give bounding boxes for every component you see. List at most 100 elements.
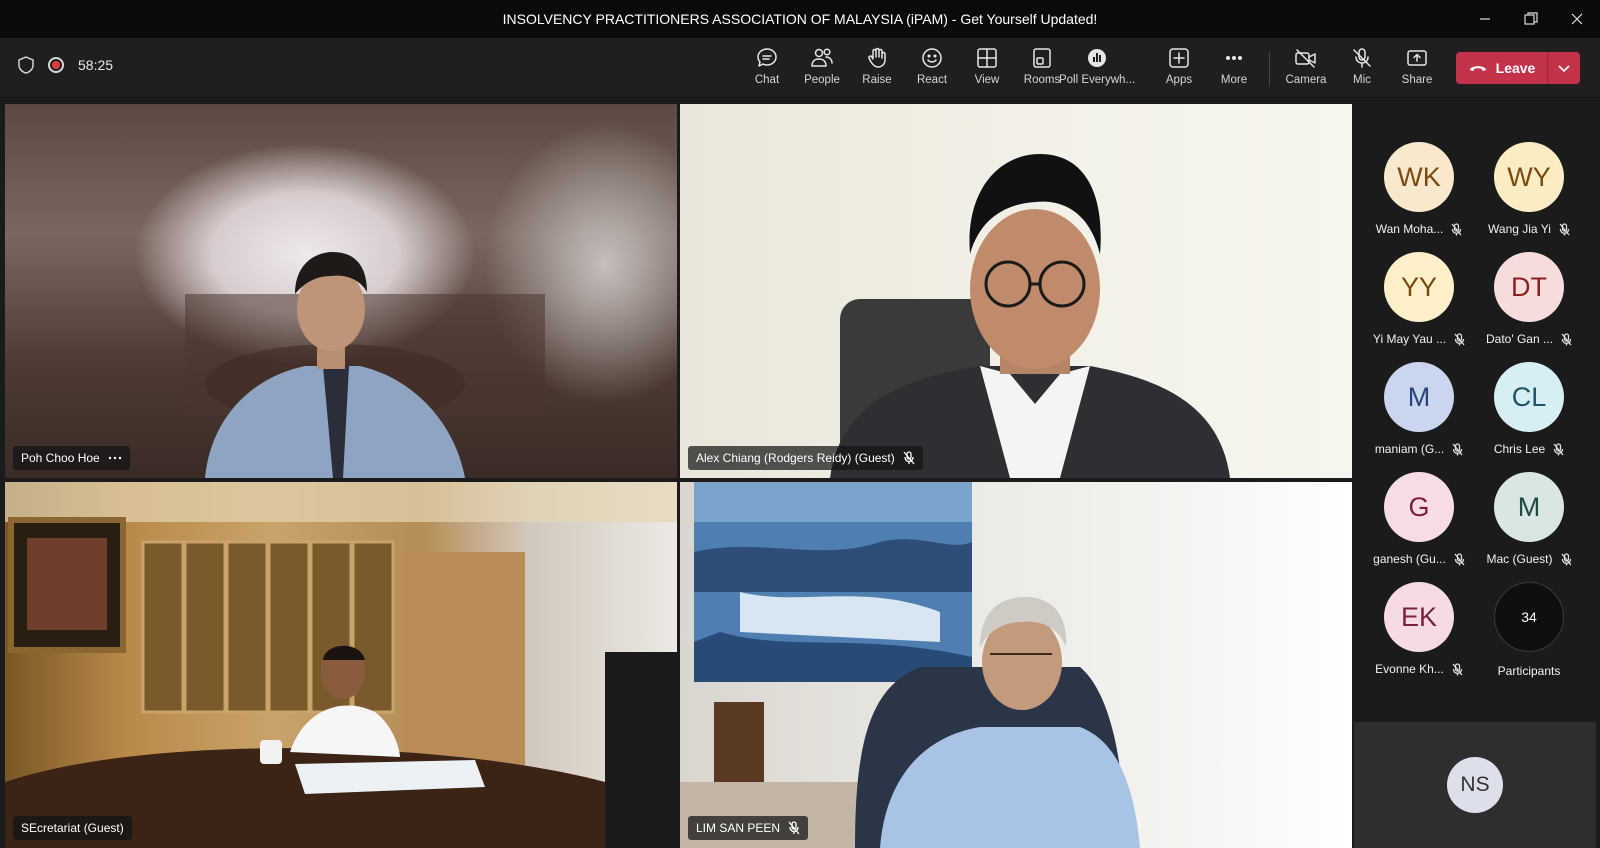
- rooms-icon: [1030, 46, 1054, 70]
- participant-name: ganesh (Gu...: [1373, 552, 1446, 566]
- close-icon: [1571, 13, 1583, 25]
- plus-square-icon: [1167, 46, 1191, 70]
- participant-name: maniam (G...: [1374, 442, 1445, 456]
- ellipsis-icon: [1222, 46, 1246, 70]
- leave-meeting-button[interactable]: Leave: [1456, 52, 1580, 84]
- participant-nametag: Alex Chiang (Rodgers Reidy) (Guest): [688, 446, 923, 470]
- close-window-button[interactable]: [1554, 0, 1600, 38]
- raise-hand-button[interactable]: Raise: [849, 46, 905, 92]
- avatar: G: [1384, 472, 1454, 542]
- mic-muted-icon: [1454, 332, 1465, 345]
- mic-muted-icon: [1451, 222, 1462, 235]
- more-button[interactable]: More: [1206, 46, 1262, 92]
- roster-participant[interactable]: M maniam (G...: [1364, 362, 1474, 472]
- avatar: DT: [1494, 252, 1564, 322]
- avatar: EK: [1384, 582, 1454, 652]
- participant-name: Wan Moha...: [1375, 222, 1444, 236]
- people-button[interactable]: People: [794, 46, 850, 92]
- video-tile-alex-chiang[interactable]: Alex Chiang (Rodgers Reidy) (Guest): [680, 104, 1352, 478]
- self-avatar: NS: [1447, 757, 1503, 813]
- avatar: M: [1494, 472, 1564, 542]
- mic-off-icon: [1350, 46, 1374, 70]
- camera-off-icon: [1294, 46, 1318, 70]
- mic-muted-icon: [903, 451, 915, 465]
- more-options-icon[interactable]: [108, 455, 122, 461]
- people-icon: [810, 46, 834, 70]
- participant-name: Poh Choo Hoe: [21, 451, 100, 465]
- grid-view-icon: [975, 46, 999, 70]
- poll-everywhere-button[interactable]: Poll Everywh...: [1059, 46, 1135, 92]
- leave-main[interactable]: Leave: [1456, 52, 1548, 84]
- chevron-down-icon: [1558, 65, 1570, 73]
- leave-options-dropdown[interactable]: [1548, 52, 1580, 84]
- video-feed: [680, 482, 1140, 848]
- participant-name: Wang Jia Yi: [1488, 222, 1551, 236]
- participant-count: 34: [1494, 582, 1564, 652]
- participant-nametag: LIM SAN PEEN: [688, 816, 809, 840]
- roster-participant[interactable]: M Mac (Guest): [1474, 472, 1584, 582]
- avatar: CL: [1494, 362, 1564, 432]
- roster-participant[interactable]: DT Dato' Gan ...: [1474, 252, 1584, 362]
- window-controls: [1462, 0, 1600, 38]
- avatar: WY: [1494, 142, 1564, 212]
- video-tile-poh-choo-hoe[interactable]: Poh Choo Hoe: [5, 104, 677, 478]
- participant-name: SEcretariat (Guest): [21, 821, 124, 835]
- roster-participant[interactable]: EK Evonne Kh...: [1364, 582, 1474, 692]
- shield-icon[interactable]: [18, 56, 34, 74]
- video-tile-secretariat[interactable]: SEcretariat (Guest): [5, 482, 677, 848]
- mic-muted-icon: [788, 821, 800, 835]
- participant-name: Yi May Yau ...: [1372, 332, 1447, 346]
- video-feed: [185, 252, 545, 478]
- react-button[interactable]: React: [904, 46, 960, 92]
- smiley-icon: [920, 46, 944, 70]
- participant-nametag: Poh Choo Hoe: [13, 446, 130, 470]
- restore-icon: [1524, 12, 1538, 25]
- view-button[interactable]: View: [959, 46, 1015, 92]
- mic-muted-icon: [1560, 552, 1572, 565]
- participant-name: Evonne Kh...: [1375, 662, 1444, 676]
- minimize-button[interactable]: [1462, 0, 1508, 38]
- poll-icon: [1085, 46, 1109, 70]
- roster-participant[interactable]: WK Wan Moha...: [1364, 142, 1474, 252]
- self-view-tile[interactable]: NS: [1354, 722, 1596, 848]
- roster-participant[interactable]: YY Yi May Yau ...: [1364, 252, 1474, 362]
- mic-muted-icon: [1454, 552, 1465, 565]
- title-bar: INSOLVENCY PRACTITIONERS ASSOCIATION OF …: [0, 0, 1600, 38]
- mic-muted-icon: [1561, 332, 1572, 345]
- participant-name: LIM SAN PEEN: [696, 821, 781, 835]
- mic-muted-icon: [1452, 442, 1463, 455]
- participant-name: Alex Chiang (Rodgers Reidy) (Guest): [696, 451, 895, 465]
- video-feed: [5, 482, 677, 848]
- minimize-icon: [1480, 18, 1490, 20]
- avatar: YY: [1384, 252, 1454, 322]
- maximize-button[interactable]: [1508, 0, 1554, 38]
- toolbar-divider: [1269, 52, 1270, 86]
- roster-participant[interactable]: G ganesh (Gu...: [1364, 472, 1474, 582]
- mic-button[interactable]: Mic: [1334, 46, 1390, 92]
- share-icon: [1405, 46, 1429, 70]
- participants-label: Participants: [1497, 664, 1561, 678]
- camera-button[interactable]: Camera: [1278, 46, 1334, 92]
- video-feed: [830, 154, 1230, 478]
- phone-hangup-icon: [1469, 66, 1486, 71]
- hand-icon: [865, 46, 889, 70]
- apps-button[interactable]: Apps: [1151, 46, 1207, 92]
- participants-overflow-button[interactable]: 34 Participants: [1474, 582, 1584, 692]
- mic-muted-icon: [1452, 662, 1463, 675]
- window-title: INSOLVENCY PRACTITIONERS ASSOCIATION OF …: [502, 11, 1098, 27]
- participant-name: Dato' Gan ...: [1486, 332, 1553, 346]
- mic-muted-icon: [1553, 442, 1564, 455]
- recording-icon: [48, 57, 64, 73]
- participant-gallery: WK Wan Moha... WY Wang Jia Yi YY Yi May …: [1354, 104, 1600, 716]
- roster-participant[interactable]: WY Wang Jia Yi: [1474, 142, 1584, 252]
- roster-participant[interactable]: CL Chris Lee: [1474, 362, 1584, 472]
- avatar: M: [1384, 362, 1454, 432]
- participant-name: Mac (Guest): [1486, 552, 1553, 566]
- share-button[interactable]: Share: [1389, 46, 1445, 92]
- chat-icon: [755, 46, 779, 70]
- chat-button[interactable]: Chat: [739, 46, 795, 92]
- video-tile-lim-san-peen[interactable]: LIM SAN PEEN: [680, 482, 1352, 848]
- avatar: WK: [1384, 142, 1454, 212]
- mic-muted-icon: [1559, 222, 1570, 235]
- participant-name: Chris Lee: [1493, 442, 1546, 456]
